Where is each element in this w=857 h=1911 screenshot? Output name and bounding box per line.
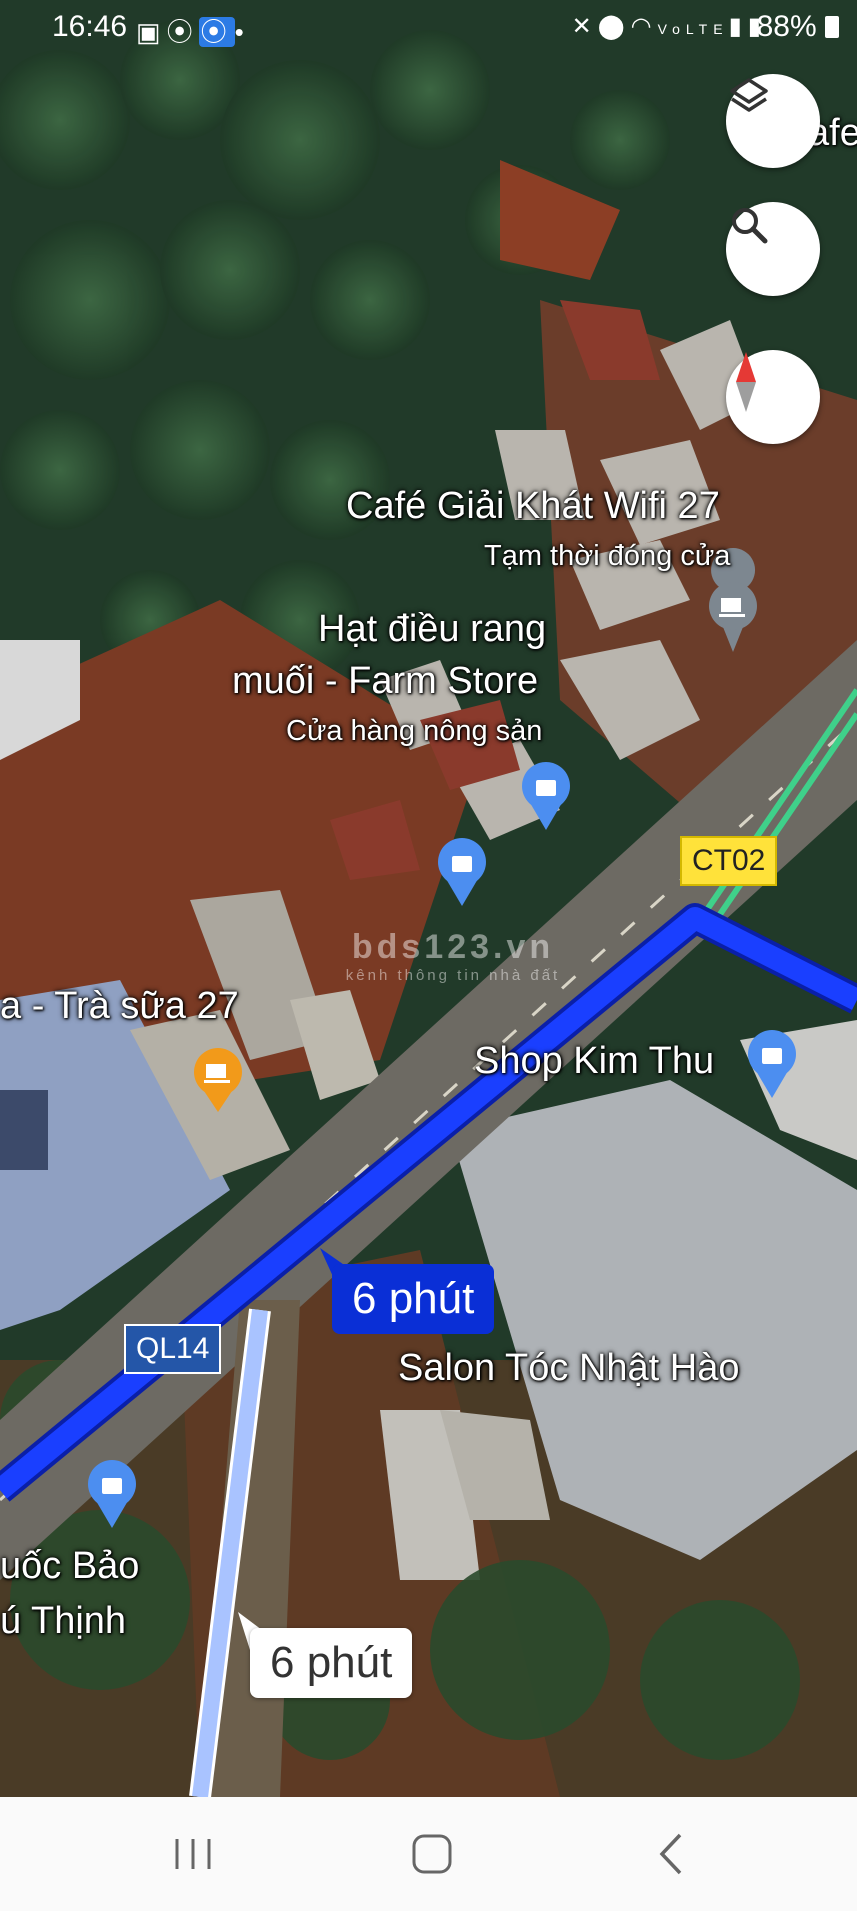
recents-icon xyxy=(175,1839,211,1869)
shopping-pin-icon xyxy=(438,838,486,906)
recents-button[interactable] xyxy=(153,1827,233,1881)
status-right-icons: ✕⬤◠VoLTE▮▮ xyxy=(572,12,767,41)
signal-icon: ▮ xyxy=(728,13,748,40)
status-bar: 16:46 ▣⦿⦿• ✕⬤◠VoLTE▮▮ 88% xyxy=(0,0,857,58)
compass-button[interactable] xyxy=(726,350,820,444)
poi-label-farm-store-line2[interactable]: muối - Farm Store xyxy=(232,660,538,704)
battery-percent: 88% xyxy=(756,10,817,43)
layers-icon xyxy=(730,78,768,112)
road-shield-ql14: QL14 xyxy=(124,1324,222,1374)
home-icon xyxy=(412,1834,452,1874)
search-button[interactable] xyxy=(726,202,820,296)
eta-primary-callout[interactable]: 6 phút xyxy=(332,1264,495,1334)
poi-category-farm-store: Cửa hàng nông sản xyxy=(286,715,543,747)
search-icon xyxy=(732,208,768,244)
battery-indicator: 88% xyxy=(757,10,839,44)
poi-label-tra-sua[interactable]: a - Trà sữa 27 xyxy=(0,985,239,1029)
shopping-pin-icon xyxy=(522,762,570,830)
home-button[interactable] xyxy=(392,1827,472,1881)
watermark-sub: kênh thông tin nhà đất xyxy=(345,967,561,984)
poi-label-quoc-bao-line1[interactable]: uốc Bảo xyxy=(0,1545,139,1589)
poi-status-closed: Tạm thời đóng cửa xyxy=(484,540,731,572)
shopping-pin-icon xyxy=(748,1030,796,1098)
hotspot-icon: ⦿ xyxy=(166,17,199,47)
location-icon: ⬤ xyxy=(597,13,631,40)
watermark: bds123.vn kênh thông tin nhà đất xyxy=(326,928,580,984)
back-icon xyxy=(659,1833,682,1875)
layers-button[interactable] xyxy=(726,74,820,168)
status-time: 16:46 xyxy=(52,10,128,43)
watermark-main: bds123.vn xyxy=(351,928,555,966)
gallery-icon: ▣ xyxy=(136,17,167,47)
mute-icon: ✕ xyxy=(571,13,598,40)
dot-icon: • xyxy=(234,17,250,47)
eta-alternate-callout[interactable]: 6 phút xyxy=(250,1628,413,1698)
compass-icon xyxy=(736,352,756,412)
volte-icon: VoLTE xyxy=(657,21,729,37)
cafe-pin-icon xyxy=(194,1048,242,1112)
battery-icon xyxy=(825,16,839,38)
map-view[interactable]: Café Giải Khát Wifi 27 Tạm thời đóng cửa… xyxy=(0,0,857,1797)
system-nav-bar xyxy=(0,1797,857,1911)
poi-label-quoc-bao-line2[interactable]: ú Thịnh xyxy=(0,1600,126,1644)
poi-label-farm-store-line1[interactable]: Hạt điều rang xyxy=(318,608,546,652)
shopping-pin-icon xyxy=(88,1460,136,1528)
wifi-icon: ◠ xyxy=(630,13,658,40)
poi-label-shop-kim-thu[interactable]: Shop Kim Thu xyxy=(474,1040,714,1084)
poi-label-cafe-wifi[interactable]: Café Giải Khát Wifi 27 xyxy=(346,485,720,529)
road-shield-ct02: CT02 xyxy=(680,836,778,886)
back-button[interactable] xyxy=(632,1827,712,1881)
poi-label-salon[interactable]: Salon Tóc Nhật Hào xyxy=(398,1347,740,1391)
status-left-icons: ▣⦿⦿• xyxy=(136,12,250,49)
poi-markers xyxy=(88,548,796,1528)
wifi-calling-icon: ⦿ xyxy=(198,17,235,47)
